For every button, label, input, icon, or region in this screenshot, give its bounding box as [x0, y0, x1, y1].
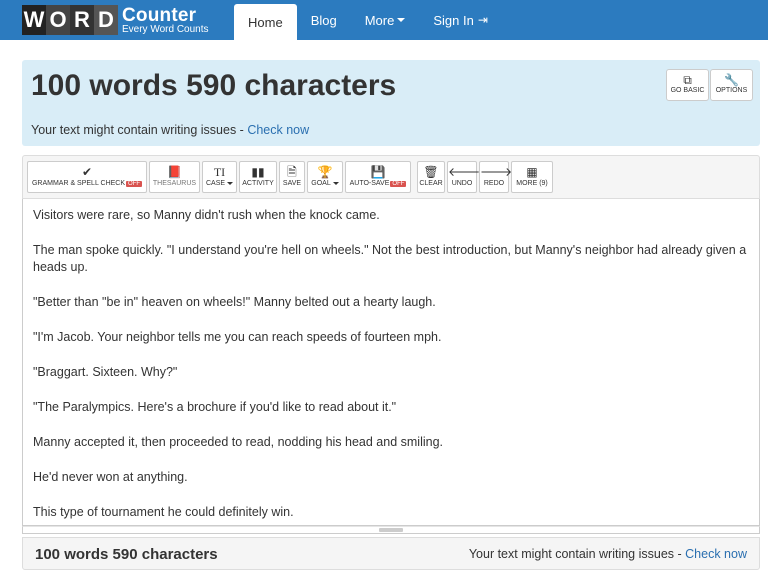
grammar-spell-check-button[interactable]: ✔ GRAMMAR & SPELL CHECK OFF	[27, 161, 147, 193]
trophy-icon: 🏆	[317, 165, 333, 179]
footer-writing-issues: Your text might contain writing issues -…	[469, 547, 747, 561]
text-paragraph: "Braggart. Sixteen. Why?"	[33, 365, 178, 379]
options-label: OPTIONS	[715, 87, 748, 94]
wrench-icon: 🔧	[724, 73, 739, 87]
case-button[interactable]: TI CASE	[202, 161, 237, 193]
logo-letter-w: W	[22, 5, 46, 35]
logo-letter-d: D	[94, 5, 118, 35]
auto-save-button[interactable]: 💾 AUTO-SAVE OFF	[345, 161, 411, 193]
footer-issues-text: Your text might contain writing issues -	[468, 547, 686, 561]
writing-issues-text: Your text might contain writing issues -	[31, 123, 248, 137]
text-paragraph: "The Paralympics. Here's a brochure if y…	[33, 400, 397, 414]
auto-save-off-badge: OFF	[390, 181, 407, 187]
book-icon: 📕	[167, 165, 182, 179]
thesaurus-button[interactable]: 📕 THESAURUS	[149, 161, 200, 193]
activity-label: ACTIVITY	[242, 180, 274, 187]
sign-in-icon: ⇥	[477, 13, 488, 27]
check-now-link[interactable]: Check now	[247, 123, 309, 137]
chevron-down-icon	[397, 18, 406, 22]
bar-chart-icon: ▮▮	[251, 165, 265, 179]
text-paragraph: Visitors were rare, so Manny didn't rush…	[33, 208, 380, 222]
more-tools-label: MORE (9)	[516, 180, 548, 187]
nav-blog[interactable]: Blog	[297, 0, 351, 40]
nav-signin-label: Sign In	[433, 12, 474, 28]
arrow-right-icon: 🡒	[480, 165, 513, 179]
logo-letter-o: O	[46, 5, 70, 35]
text-paragraph: "I'm Jacob. Your neighbor tells me you c…	[33, 330, 442, 344]
nav-home-label: Home	[248, 14, 283, 30]
redo-button[interactable]: 🡒 REDO	[479, 161, 513, 193]
save-label: SAVE	[282, 180, 302, 187]
resize-grip-icon	[379, 528, 403, 532]
nav-signin[interactable]: Sign In ⇥	[419, 0, 502, 40]
more-tools-button[interactable]: ▦ MORE (9)	[511, 161, 553, 193]
text-paragraph: This type of tournament he could definit…	[33, 505, 294, 519]
text-editor[interactable]: Visitors were rare, so Manny didn't rush…	[22, 199, 760, 526]
text-paragraph: He'd never won at anything.	[33, 470, 188, 484]
grammar-off-badge: OFF	[126, 181, 143, 187]
nav-more-label: More	[364, 12, 395, 28]
external-link-icon: ⧉	[683, 73, 692, 87]
go-basic-label: GO BASIC	[670, 87, 705, 94]
navbar: W O R D Counter Every Word Counts Home B…	[0, 0, 768, 40]
floppy-disk-icon: 💾	[370, 165, 386, 179]
arrow-left-icon: 🡐	[448, 165, 481, 179]
main-nav: Home Blog More Sign In ⇥	[234, 0, 502, 40]
check-icon: ✔	[81, 165, 93, 179]
text-paragraph: Manny accepted it, then proceeded to rea…	[33, 435, 443, 449]
chevron-down-icon	[332, 181, 339, 185]
goal-button[interactable]: 🏆 GOAL	[307, 161, 343, 193]
text-paragraph: The man spoke quickly. "I understand you…	[33, 243, 747, 274]
trash-icon: 🗑	[423, 165, 439, 179]
auto-save-label: AUTO-SAVE	[349, 180, 390, 187]
editor-resize-handle[interactable]	[22, 526, 760, 534]
text-case-icon: TI	[213, 165, 226, 179]
clear-button[interactable]: 🗑 CLEAR	[417, 161, 445, 193]
clear-label: CLEAR	[419, 180, 443, 187]
nav-blog-label: Blog	[310, 12, 337, 28]
grid-icon: ▦	[526, 165, 538, 179]
editor-toolbar: ✔ GRAMMAR & SPELL CHECK OFF 📕 THESAURUS T…	[22, 155, 760, 199]
redo-label: REDO	[483, 180, 505, 187]
nav-home[interactable]: Home	[234, 4, 297, 40]
footer-count: 100 words 590 characters	[35, 546, 218, 563]
page-title: 100 words 590 characters	[31, 69, 397, 102]
logo-letter-r: R	[70, 5, 94, 35]
footer-check-now-link[interactable]: Check now	[685, 547, 747, 561]
save-file-icon: 🗎	[287, 165, 297, 179]
logo-brand: Counter Every Word Counts	[122, 6, 209, 35]
goal-label: GOAL	[311, 180, 331, 187]
text-paragraph: "Better than "be in" heaven on wheels!" …	[33, 295, 436, 309]
count-header-panel: 100 words 590 characters Your text might…	[22, 60, 760, 146]
undo-button[interactable]: 🡐 UNDO	[447, 161, 481, 193]
save-button[interactable]: 🗎 SAVE	[279, 161, 305, 193]
site-logo[interactable]: W O R D Counter Every Word Counts	[22, 4, 209, 36]
chevron-down-icon	[227, 181, 234, 185]
options-button[interactable]: 🔧 OPTIONS	[710, 69, 753, 101]
nav-more[interactable]: More	[351, 0, 420, 40]
grammar-label: GRAMMAR & SPELL CHECK	[31, 180, 126, 187]
count-footer-panel: 100 words 590 characters Your text might…	[22, 537, 760, 570]
writing-issues-notice: Your text might contain writing issues -…	[31, 123, 309, 137]
undo-label: UNDO	[451, 180, 473, 187]
case-label: CASE	[205, 180, 226, 187]
logo-tagline: Every Word Counts	[122, 23, 209, 35]
thesaurus-label: THESAURUS	[152, 180, 197, 187]
go-basic-button[interactable]: ⧉ GO BASIC	[666, 69, 709, 101]
logo-brand-name: Counter	[122, 4, 197, 26]
activity-button[interactable]: ▮▮ ACTIVITY	[239, 161, 277, 193]
